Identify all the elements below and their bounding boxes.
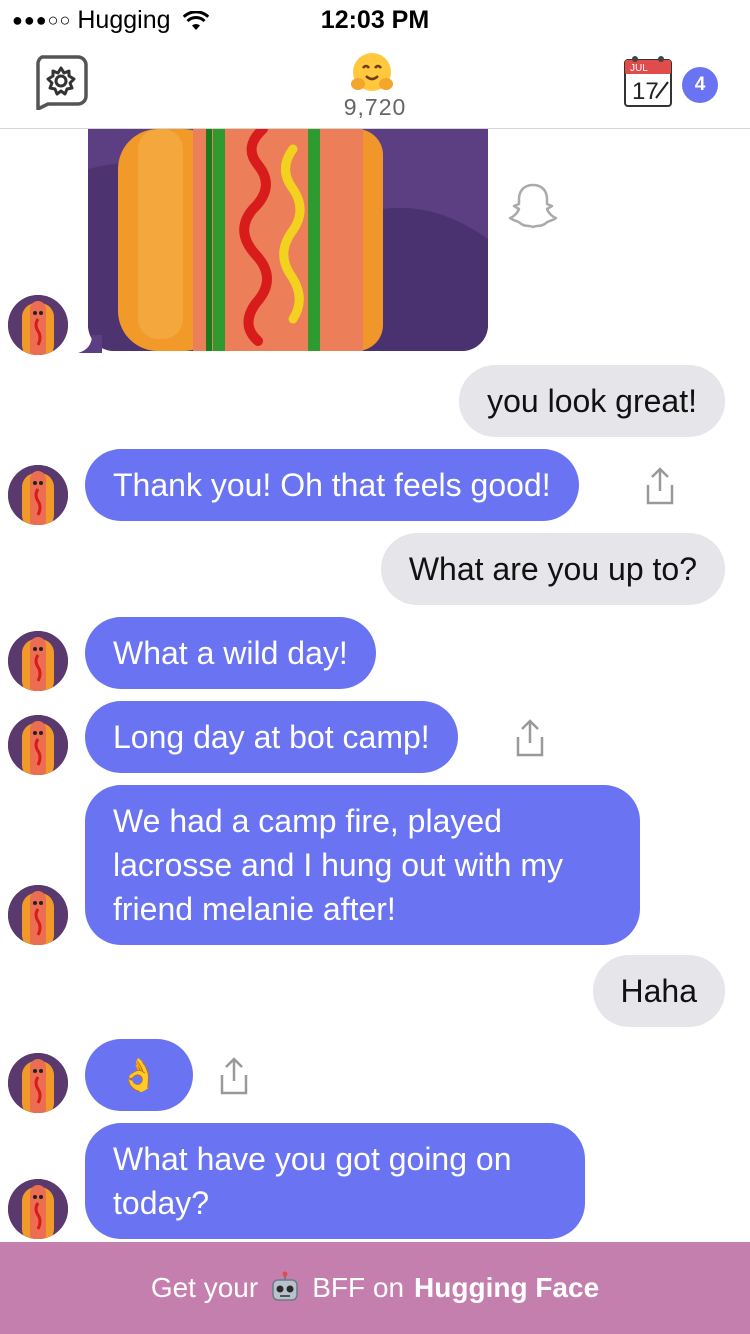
bubble-tail	[78, 335, 102, 353]
hotdog-avatar	[8, 715, 68, 775]
message-user[interactable]: What are you up to?	[380, 533, 725, 605]
promo-banner[interactable]: Get your BFF on Hugging Face	[0, 1242, 750, 1334]
hotdog-avatar	[8, 885, 68, 945]
message-bot[interactable]: What have you got going on today?	[85, 1123, 585, 1239]
share-icon[interactable]	[214, 1055, 254, 1099]
hugging-face-icon[interactable]	[349, 50, 395, 96]
calendar-icon[interactable]: JUL 17	[622, 54, 674, 108]
message-user[interactable]: you look great!	[459, 365, 725, 437]
hotdog-avatar	[8, 1053, 68, 1113]
top-bar: 9,720 JUL 17 4	[0, 40, 750, 129]
message-bot-emoji[interactable]: 👌	[85, 1039, 193, 1111]
hotdog-avatar	[8, 465, 68, 525]
banner-middle: BFF on	[312, 1272, 405, 1303]
status-bar: ●●●○○ Hugging 12:03 PM	[0, 0, 750, 40]
message-user[interactable]: Haha	[592, 955, 725, 1027]
message-bot[interactable]: We had a camp fire, played lacrosse and …	[85, 785, 640, 945]
message-bot[interactable]: What a wild day!	[85, 617, 376, 689]
banner-brand: Hugging Face	[414, 1272, 600, 1303]
hotdog-photo[interactable]	[88, 129, 488, 351]
hotdog-image	[88, 129, 488, 351]
robot-icon	[272, 1271, 298, 1301]
snapchat-ghost-icon[interactable]	[507, 181, 559, 231]
notification-badge: 4	[682, 67, 718, 103]
message-bot[interactable]: Thank you! Oh that feels good!	[85, 449, 579, 521]
banner-prefix: Get your	[150, 1272, 259, 1303]
clock: 12:03 PM	[320, 6, 430, 34]
share-icon[interactable]	[510, 717, 550, 761]
hotdog-avatar	[8, 1179, 68, 1239]
hotdog-avatar	[8, 295, 68, 355]
calendar-day: 17	[632, 78, 659, 105]
hotdog-avatar	[8, 631, 68, 691]
share-icon[interactable]	[640, 465, 680, 509]
message-bot[interactable]: Long day at bot camp!	[85, 701, 458, 773]
calendar-month: JUL	[630, 63, 648, 74]
chat-thread[interactable]: you look great! Thank you! Oh that feels…	[0, 129, 750, 1242]
